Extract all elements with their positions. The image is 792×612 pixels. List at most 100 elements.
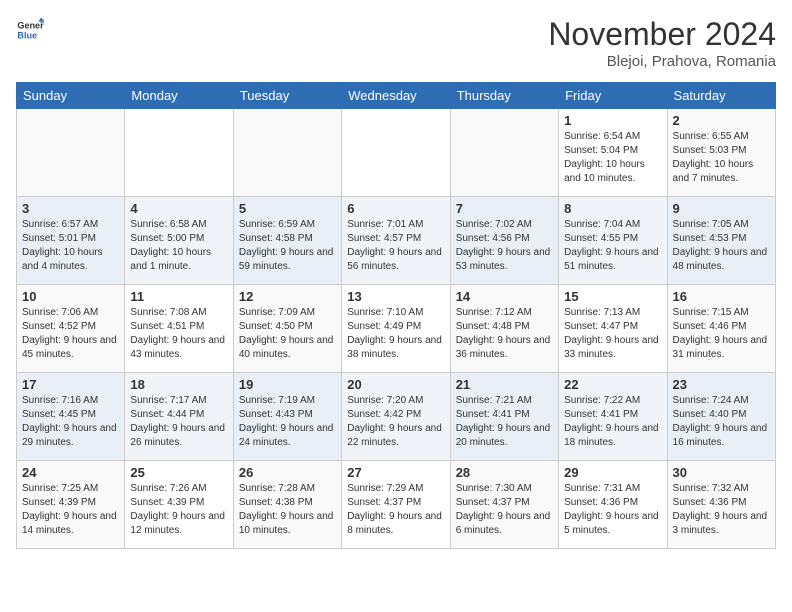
day-number: 23: [673, 377, 770, 392]
day-cell: 20 Sunrise: 7:20 AM Sunset: 4:42 PM Dayli…: [342, 373, 450, 461]
day-number: 5: [239, 201, 336, 216]
location-subtitle: Blejoi, Prahova, Romania: [548, 53, 776, 70]
day-cell: 24 Sunrise: 7:25 AM Sunset: 4:39 PM Dayli…: [17, 461, 125, 549]
day-cell: 29 Sunrise: 7:31 AM Sunset: 4:36 PM Dayli…: [559, 461, 667, 549]
day-number: 25: [130, 465, 227, 480]
day-number: 29: [564, 465, 661, 480]
day-info: Sunrise: 7:08 AM Sunset: 4:51 PM Dayligh…: [130, 306, 227, 362]
day-cell: 7 Sunrise: 7:02 AM Sunset: 4:56 PM Daylig…: [450, 197, 558, 285]
day-cell: 30Sunrise: 7:32 AM Sunset: 4:36 PM Dayli…: [667, 461, 775, 549]
day-number: 6: [347, 201, 444, 216]
day-cell: 25 Sunrise: 7:26 AM Sunset: 4:39 PM Dayli…: [125, 461, 233, 549]
day-cell: 28Sunrise: 7:30 AM Sunset: 4:37 PM Dayli…: [450, 461, 558, 549]
day-info: Sunrise: 7:26 AM Sunset: 4:39 PM Dayligh…: [130, 482, 227, 538]
day-cell: 1Sunrise: 6:54 AM Sunset: 5:04 PM Daylig…: [559, 109, 667, 197]
col-header-saturday: Saturday: [667, 83, 775, 109]
day-cell: 23 Sunrise: 7:24 AM Sunset: 4:40 PM Dayli…: [667, 373, 775, 461]
day-info: Sunrise: 7:19 AM Sunset: 4:43 PM Dayligh…: [239, 394, 336, 450]
day-info: Sunrise: 7:16 AM Sunset: 4:45 PM Dayligh…: [22, 394, 119, 450]
day-number: 18: [130, 377, 227, 392]
day-cell: [450, 109, 558, 197]
day-info: Sunrise: 7:15 AM Sunset: 4:46 PM Dayligh…: [673, 306, 770, 362]
day-number: 22: [564, 377, 661, 392]
day-cell: 14 Sunrise: 7:12 AM Sunset: 4:48 PM Dayli…: [450, 285, 558, 373]
day-cell: 6Sunrise: 7:01 AM Sunset: 4:57 PM Daylig…: [342, 197, 450, 285]
day-cell: 12Sunrise: 7:09 AM Sunset: 4:50 PM Dayli…: [233, 285, 341, 373]
calendar-table: SundayMondayTuesdayWednesdayThursdayFrid…: [16, 82, 776, 549]
day-info: Sunrise: 7:25 AM Sunset: 4:39 PM Dayligh…: [22, 482, 119, 538]
col-header-thursday: Thursday: [450, 83, 558, 109]
col-header-sunday: Sunday: [17, 83, 125, 109]
day-number: 15: [564, 289, 661, 304]
day-info: Sunrise: 7:29 AM Sunset: 4:37 PM Dayligh…: [347, 482, 444, 538]
day-info: Sunrise: 7:09 AM Sunset: 4:50 PM Dayligh…: [239, 306, 336, 362]
page-header: General Blue November 2024 Blejoi, Praho…: [16, 16, 776, 70]
col-header-wednesday: Wednesday: [342, 83, 450, 109]
day-number: 17: [22, 377, 119, 392]
day-number: 24: [22, 465, 119, 480]
day-info: Sunrise: 6:58 AM Sunset: 5:00 PM Dayligh…: [130, 218, 227, 274]
day-number: 14: [456, 289, 553, 304]
day-info: Sunrise: 7:32 AM Sunset: 4:36 PM Dayligh…: [673, 482, 770, 538]
logo-icon: General Blue: [16, 16, 44, 44]
day-cell: [17, 109, 125, 197]
day-cell: 5Sunrise: 6:59 AM Sunset: 4:58 PM Daylig…: [233, 197, 341, 285]
day-cell: 17 Sunrise: 7:16 AM Sunset: 4:45 PM Dayli…: [17, 373, 125, 461]
day-info: Sunrise: 7:05 AM Sunset: 4:53 PM Dayligh…: [673, 218, 770, 274]
day-cell: 19Sunrise: 7:19 AM Sunset: 4:43 PM Dayli…: [233, 373, 341, 461]
day-number: 4: [130, 201, 227, 216]
day-number: 26: [239, 465, 336, 480]
day-number: 7: [456, 201, 553, 216]
day-number: 10: [22, 289, 119, 304]
logo: General Blue: [16, 16, 44, 44]
day-info: Sunrise: 6:57 AM Sunset: 5:01 PM Dayligh…: [22, 218, 119, 274]
day-info: Sunrise: 7:22 AM Sunset: 4:41 PM Dayligh…: [564, 394, 661, 450]
day-info: Sunrise: 7:04 AM Sunset: 4:55 PM Dayligh…: [564, 218, 661, 274]
col-header-monday: Monday: [125, 83, 233, 109]
svg-text:Blue: Blue: [17, 30, 37, 40]
day-cell: [125, 109, 233, 197]
day-cell: [233, 109, 341, 197]
day-info: Sunrise: 7:20 AM Sunset: 4:42 PM Dayligh…: [347, 394, 444, 450]
day-cell: 16 Sunrise: 7:15 AM Sunset: 4:46 PM Dayli…: [667, 285, 775, 373]
day-info: Sunrise: 7:17 AM Sunset: 4:44 PM Dayligh…: [130, 394, 227, 450]
day-info: Sunrise: 7:13 AM Sunset: 4:47 PM Dayligh…: [564, 306, 661, 362]
day-cell: 26 Sunrise: 7:28 AM Sunset: 4:38 PM Dayli…: [233, 461, 341, 549]
day-cell: [342, 109, 450, 197]
day-cell: 27 Sunrise: 7:29 AM Sunset: 4:37 PM Dayli…: [342, 461, 450, 549]
day-cell: 8 Sunrise: 7:04 AM Sunset: 4:55 PM Daylig…: [559, 197, 667, 285]
day-cell: 22 Sunrise: 7:22 AM Sunset: 4:41 PM Dayli…: [559, 373, 667, 461]
day-info: Sunrise: 6:55 AM Sunset: 5:03 PM Dayligh…: [673, 130, 770, 186]
day-cell: 9 Sunrise: 7:05 AM Sunset: 4:53 PM Daylig…: [667, 197, 775, 285]
day-number: 3: [22, 201, 119, 216]
day-info: Sunrise: 7:06 AM Sunset: 4:52 PM Dayligh…: [22, 306, 119, 362]
day-info: Sunrise: 7:28 AM Sunset: 4:38 PM Dayligh…: [239, 482, 336, 538]
col-header-tuesday: Tuesday: [233, 83, 341, 109]
day-number: 1: [564, 113, 661, 128]
day-cell: 13Sunrise: 7:10 AM Sunset: 4:49 PM Dayli…: [342, 285, 450, 373]
day-info: Sunrise: 7:02 AM Sunset: 4:56 PM Dayligh…: [456, 218, 553, 274]
day-info: Sunrise: 7:30 AM Sunset: 4:37 PM Dayligh…: [456, 482, 553, 538]
week-row-1: 1Sunrise: 6:54 AM Sunset: 5:04 PM Daylig…: [17, 109, 776, 197]
day-cell: 3 Sunrise: 6:57 AM Sunset: 5:01 PM Daylig…: [17, 197, 125, 285]
day-cell: 15 Sunrise: 7:13 AM Sunset: 4:47 PM Dayli…: [559, 285, 667, 373]
week-row-5: 24 Sunrise: 7:25 AM Sunset: 4:39 PM Dayli…: [17, 461, 776, 549]
day-number: 21: [456, 377, 553, 392]
day-number: 13: [347, 289, 444, 304]
day-number: 2: [673, 113, 770, 128]
week-row-4: 17 Sunrise: 7:16 AM Sunset: 4:45 PM Dayli…: [17, 373, 776, 461]
day-number: 27: [347, 465, 444, 480]
header-row: SundayMondayTuesdayWednesdayThursdayFrid…: [17, 83, 776, 109]
day-number: 16: [673, 289, 770, 304]
day-cell: 4 Sunrise: 6:58 AM Sunset: 5:00 PM Daylig…: [125, 197, 233, 285]
day-info: Sunrise: 7:31 AM Sunset: 4:36 PM Dayligh…: [564, 482, 661, 538]
title-block: November 2024 Blejoi, Prahova, Romania: [548, 16, 776, 70]
day-info: Sunrise: 7:12 AM Sunset: 4:48 PM Dayligh…: [456, 306, 553, 362]
day-number: 9: [673, 201, 770, 216]
day-cell: 10 Sunrise: 7:06 AM Sunset: 4:52 PM Dayli…: [17, 285, 125, 373]
day-number: 11: [130, 289, 227, 304]
day-number: 8: [564, 201, 661, 216]
day-info: Sunrise: 7:24 AM Sunset: 4:40 PM Dayligh…: [673, 394, 770, 450]
day-number: 20: [347, 377, 444, 392]
svg-text:General: General: [17, 21, 44, 31]
